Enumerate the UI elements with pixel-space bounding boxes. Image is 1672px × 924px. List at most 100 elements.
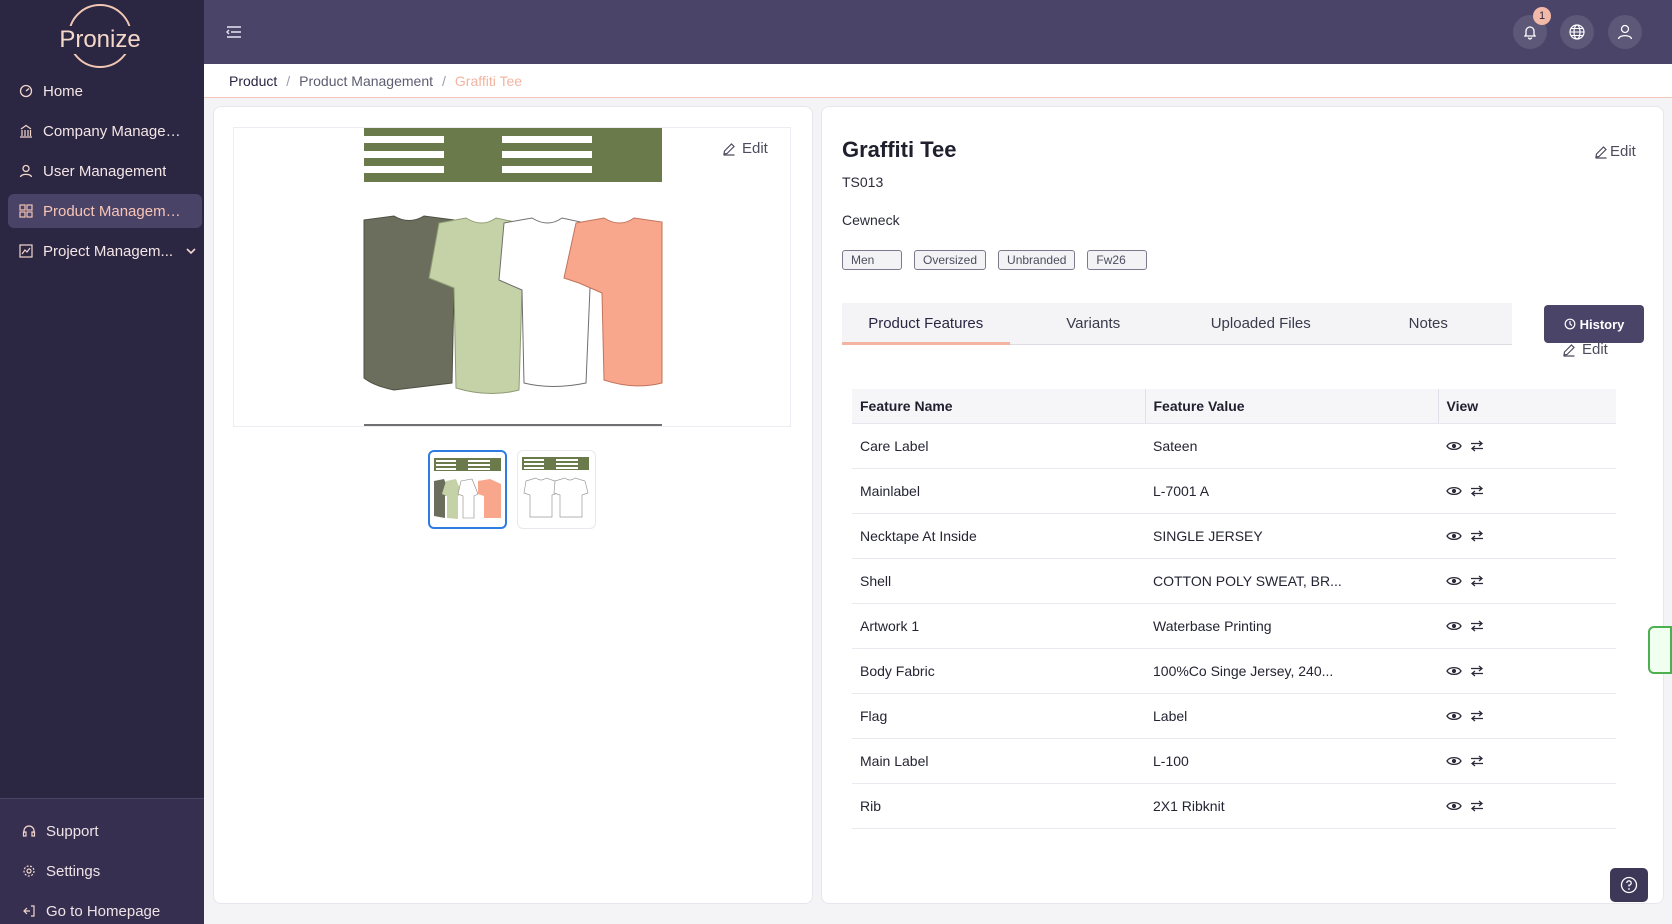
eye-icon[interactable]	[1446, 620, 1462, 632]
table-row[interactable]: Main Label L-100	[852, 738, 1616, 784]
table-row[interactable]: Rib 2X1 Ribknit	[852, 783, 1616, 829]
table-row[interactable]: Shell COTTON POLY SWEAT, BR...	[852, 558, 1616, 604]
eye-icon[interactable]	[1446, 530, 1462, 542]
sidebar-item-go-to-homepage[interactable]: Go to Homepage	[0, 891, 204, 924]
feature-value-cell: L-7001 A	[1145, 468, 1438, 514]
features-edit-button[interactable]: Edit	[1562, 341, 1608, 358]
table-row[interactable]: Mainlabel L-7001 A	[852, 468, 1616, 514]
feature-name-cell: Flag	[852, 693, 1145, 739]
compare-icon[interactable]	[1470, 800, 1484, 812]
tab-product-features[interactable]: Product Features	[842, 303, 1010, 345]
feature-value-cell: Label	[1145, 693, 1438, 739]
tab-notes[interactable]: Notes	[1345, 303, 1513, 345]
eye-icon[interactable]	[1446, 710, 1462, 722]
row-actions	[1446, 710, 1616, 722]
sidebar-item-home[interactable]: Home	[8, 74, 202, 108]
product-title: Graffiti Tee	[842, 137, 957, 162]
product-edit-button[interactable]: Edit	[1594, 143, 1636, 160]
eye-icon[interactable]	[1446, 485, 1462, 497]
eye-icon[interactable]	[1446, 665, 1462, 677]
profile-button[interactable]	[1608, 15, 1642, 49]
product-gallery-panel: Edit	[213, 106, 813, 904]
sidebar-item-label: User Management	[43, 162, 167, 180]
feature-view-cell	[1438, 603, 1616, 649]
history-icon	[1564, 318, 1575, 330]
sidebar: Pronize Home Company Managem... User Man…	[0, 0, 204, 924]
row-actions	[1446, 620, 1616, 632]
tab-variants[interactable]: Variants	[1010, 303, 1178, 345]
breadcrumb-separator: /	[442, 72, 446, 89]
help-button[interactable]	[1610, 868, 1648, 902]
compare-icon[interactable]	[1470, 620, 1484, 632]
topbar: 1	[204, 0, 1672, 64]
feature-name-cell: Care Label	[852, 423, 1145, 469]
pencil-icon	[1563, 343, 1575, 357]
floating-side-widget[interactable]	[1648, 626, 1672, 674]
edit-label: Edit	[1610, 143, 1636, 160]
thumbnail-outline[interactable]	[517, 450, 596, 529]
gear-icon	[23, 865, 35, 877]
compare-icon[interactable]	[1470, 755, 1484, 767]
table-row[interactable]: Body Fabric 100%Co Singe Jersey, 240...	[852, 648, 1616, 694]
notification-count: 1	[1533, 7, 1551, 25]
history-button[interactable]: History	[1544, 305, 1644, 343]
menu-collapse-icon[interactable]	[224, 22, 244, 42]
breadcrumb-separator: /	[286, 72, 291, 89]
features-table-body: Care Label Sateen Mainlabel L-7001 A Necktap…	[852, 423, 1616, 829]
column-header-feature-value[interactable]: Feature Value	[1144, 389, 1438, 424]
sidebar-item-company-management[interactable]: Company Managem...	[8, 114, 202, 148]
sidebar-item-support[interactable]: Support	[0, 811, 204, 851]
feature-value-cell: L-100	[1145, 738, 1438, 784]
compare-icon[interactable]	[1470, 530, 1484, 542]
table-row[interactable]: Artwork 1 Waterbase Printing	[852, 603, 1616, 649]
tab-uploaded-files[interactable]: Uploaded Files	[1177, 303, 1345, 345]
product-details-panel: Graffiti Tee Edit TS013 Cewneck Men Over…	[821, 106, 1664, 904]
product-neck-type: Cewneck	[842, 212, 900, 228]
eye-icon[interactable]	[1446, 755, 1462, 767]
language-button[interactable]	[1560, 15, 1594, 49]
product-code: TS013	[842, 174, 884, 190]
feature-view-cell	[1438, 558, 1616, 604]
headset-icon	[22, 825, 36, 837]
eye-icon[interactable]	[1446, 800, 1462, 812]
sidebar-item-label: Support	[46, 822, 99, 840]
compare-icon[interactable]	[1470, 485, 1484, 497]
row-actions	[1446, 665, 1616, 677]
sidebar-item-user-management[interactable]: User Management	[8, 154, 202, 188]
edit-label: Edit	[1582, 341, 1608, 358]
feature-value-cell: COTTON POLY SWEAT, BR...	[1145, 558, 1438, 604]
compare-icon[interactable]	[1470, 440, 1484, 452]
project-icon	[19, 244, 33, 258]
eye-icon[interactable]	[1446, 440, 1462, 452]
table-row[interactable]: Care Label Sateen	[852, 423, 1616, 469]
brand-logo[interactable]: Pronize	[52, 2, 148, 72]
thumbnail-color[interactable]	[428, 450, 507, 529]
compare-icon[interactable]	[1470, 710, 1484, 722]
feature-value-cell: 2X1 Ribknit	[1145, 783, 1438, 829]
product-tags: Men Oversized Unbranded Fw26	[842, 250, 1148, 270]
feature-view-cell	[1438, 648, 1616, 694]
product-main-image[interactable]	[233, 127, 791, 427]
breadcrumb-product[interactable]: Product	[229, 73, 277, 89]
feature-view-cell	[1438, 738, 1616, 784]
thumbnail-image	[522, 457, 589, 518]
table-row[interactable]: Flag Label	[852, 693, 1616, 739]
sidebar-footer: Support Settings Go to Homepage	[0, 798, 204, 924]
notification-button[interactable]: 1	[1513, 7, 1551, 49]
chevron-down-icon[interactable]	[185, 245, 197, 257]
compare-icon[interactable]	[1470, 575, 1484, 587]
globe-icon	[1569, 24, 1585, 40]
sidebar-item-project-management[interactable]: Project Managem...	[8, 234, 202, 268]
eye-icon[interactable]	[1446, 575, 1462, 587]
compare-icon[interactable]	[1470, 665, 1484, 677]
dashboard-icon	[19, 84, 33, 98]
table-row[interactable]: Necktape At Inside SINGLE JERSEY	[852, 513, 1616, 559]
gallery-edit-button[interactable]: Edit	[722, 140, 768, 157]
feature-name-cell: Mainlabel	[852, 468, 1145, 514]
sidebar-item-product-management[interactable]: Product Management	[8, 194, 202, 228]
column-header-feature-name[interactable]: Feature Name	[852, 389, 1145, 424]
sidebar-item-settings[interactable]: Settings	[0, 851, 204, 891]
sidebar-item-label: Settings	[46, 862, 101, 880]
breadcrumb-product-management[interactable]: Product Management	[299, 73, 433, 89]
tag-men: Men	[842, 250, 902, 270]
